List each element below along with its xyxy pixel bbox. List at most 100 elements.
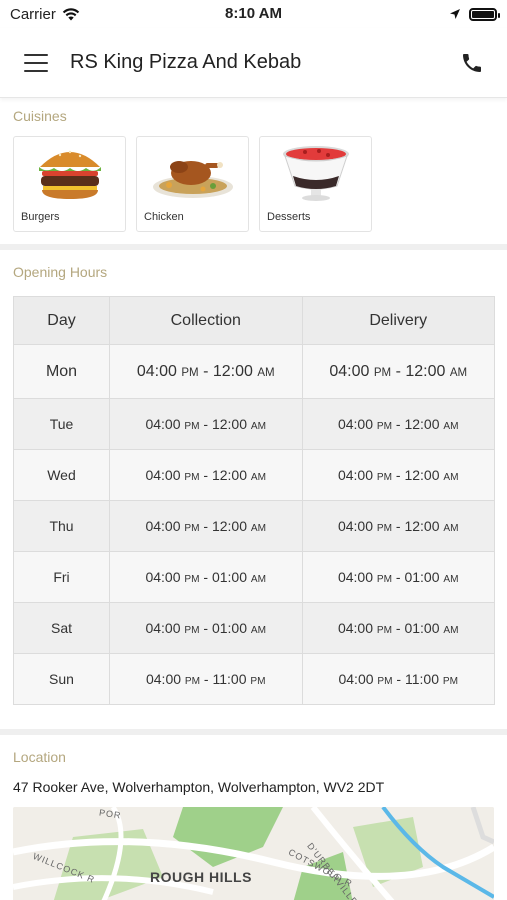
cuisine-label: Desserts: [267, 211, 311, 223]
status-right: [449, 7, 500, 21]
battery-icon: [469, 7, 500, 21]
close-time: 12:00: [211, 518, 248, 534]
period: PM: [442, 676, 459, 687]
status-bar: Carrier 8:10 AM: [0, 0, 507, 28]
open-time: 04:00: [337, 569, 373, 585]
period: PM: [376, 472, 393, 483]
restaurant-address: 47 Rooker Ave, Wolverhampton, Wolverhamp…: [13, 779, 385, 795]
period: AM: [443, 523, 459, 534]
close-time: 12:00: [212, 362, 253, 380]
cuisine-card-desserts[interactable]: Desserts: [259, 136, 372, 232]
delivery-hours-cell: 04:00 PM - 12:00 AM: [301, 398, 495, 450]
map-area-label: ROUGH HILLS: [150, 869, 252, 885]
location-heading: Location: [13, 749, 66, 765]
period: PM: [184, 625, 200, 636]
open-time: 04:00: [337, 416, 373, 432]
day-cell: Tue: [13, 398, 110, 450]
period: AM: [443, 421, 459, 432]
open-time: 04:00: [337, 620, 373, 636]
period: AM: [250, 421, 267, 432]
period: PM: [181, 366, 199, 379]
app-header: RS King Pizza And Kebab: [0, 28, 507, 98]
open-time: 04:00: [145, 671, 182, 687]
period: PM: [184, 574, 200, 585]
period: PM: [376, 421, 393, 432]
column-header-delivery: Delivery: [301, 296, 495, 345]
period: AM: [443, 472, 459, 483]
table-row: Mon 04:00 PM - 12:00 AM 04:00 PM - 12:00 A…: [13, 344, 495, 399]
chicken-icon: [137, 143, 248, 203]
close-time: 01:00: [211, 620, 248, 636]
map-graphic: [13, 807, 494, 900]
open-time: 04:00: [329, 362, 370, 380]
menu-line: [24, 61, 48, 64]
close-time: 12:00: [405, 362, 446, 380]
menu-button[interactable]: [24, 53, 48, 72]
close-time: 01:00: [404, 620, 440, 636]
period: PM: [376, 625, 393, 636]
table-row: Wed 04:00 PM - 12:00 AM 04:00 PM - 12:00 A…: [13, 449, 495, 501]
location-map[interactable]: POR WILLCOCK R ROUGH HILLS COTSWOLD R D'…: [13, 807, 494, 900]
close-time: 01:00: [211, 569, 248, 585]
column-header-day: Day: [13, 296, 110, 345]
open-time: 04:00: [136, 362, 177, 380]
call-button[interactable]: [457, 48, 487, 78]
burger-icon: [14, 143, 125, 203]
open-time: 04:00: [145, 518, 181, 534]
menu-line: [24, 69, 48, 72]
table-row: Tue 04:00 PM - 12:00 AM 04:00 PM - 12:00 A…: [13, 398, 495, 450]
battery-level: [472, 10, 494, 18]
period: PM: [184, 676, 201, 687]
close-time: 11:00: [405, 671, 439, 687]
opening-hours-body: Mon 04:00 PM - 12:00 AM 04:00 PM - 12:00 A…: [13, 344, 495, 705]
close-time: 12:00: [404, 518, 440, 534]
day-cell: Sat: [13, 602, 110, 654]
table-row: Fri 04:00 PM - 01:00 AM 04:00 PM - 01:00 A…: [13, 551, 495, 603]
open-time: 04:00: [338, 671, 374, 687]
delivery-hours-cell: 04:00 PM - 01:00 AM: [301, 602, 495, 654]
open-time: 04:00: [337, 467, 373, 483]
delivery-hours-cell: 04:00 PM - 11:00 PM: [301, 653, 495, 705]
delivery-hours-cell: 04:00 PM - 01:00 AM: [301, 551, 495, 603]
delivery-hours-cell: 04:00 PM - 12:00 AM: [301, 449, 495, 501]
phone-icon: [463, 53, 481, 72]
collection-hours-cell: 04:00 PM - 12:00 AM: [109, 449, 303, 501]
day-cell: Fri: [13, 551, 110, 603]
location-arrow-icon: [450, 9, 460, 19]
period: PM: [376, 574, 393, 585]
open-time: 04:00: [145, 620, 181, 636]
open-time: 04:00: [145, 416, 181, 432]
period: AM: [250, 472, 267, 483]
period: AM: [250, 625, 267, 636]
collection-hours-cell: 04:00 PM - 12:00 AM: [109, 500, 303, 552]
period: PM: [250, 676, 266, 687]
period: AM: [443, 625, 459, 636]
period: PM: [184, 472, 200, 483]
cuisine-card-chicken[interactable]: Chicken: [136, 136, 249, 232]
collection-hours-cell: 04:00 PM - 12:00 AM: [109, 398, 303, 450]
close-time: 11:00: [212, 671, 247, 687]
period: PM: [184, 523, 200, 534]
cuisine-card-burgers[interactable]: Burgers: [13, 136, 126, 232]
close-time: 01:00: [404, 569, 440, 585]
wifi-icon: [62, 7, 80, 20]
table-row: Thu 04:00 PM - 12:00 AM 04:00 PM - 12:00 A…: [13, 500, 495, 552]
table-row: Sun 04:00 PM - 11:00 PM 04:00 PM - 11:00 P…: [13, 653, 495, 705]
period: AM: [250, 574, 267, 585]
cuisine-label: Chicken: [144, 211, 184, 223]
period: AM: [449, 366, 468, 379]
collection-hours-cell: 04:00 PM - 12:00 AM: [109, 344, 303, 399]
opening-hours-table: Day Collection Delivery Mon 04:00 PM - 12…: [13, 296, 495, 705]
open-time: 04:00: [145, 569, 181, 585]
period: PM: [376, 523, 393, 534]
collection-hours-cell: 04:00 PM - 01:00 AM: [109, 551, 303, 603]
dessert-icon: [260, 143, 371, 203]
day-cell: Wed: [13, 449, 110, 501]
period: AM: [250, 523, 267, 534]
cuisine-label: Burgers: [21, 211, 60, 223]
close-time: 12:00: [404, 416, 440, 432]
period: PM: [377, 676, 393, 687]
table-row: Sat 04:00 PM - 01:00 AM 04:00 PM - 01:00 A…: [13, 602, 495, 654]
cuisines-heading: Cuisines: [13, 108, 67, 124]
period: PM: [373, 366, 392, 379]
